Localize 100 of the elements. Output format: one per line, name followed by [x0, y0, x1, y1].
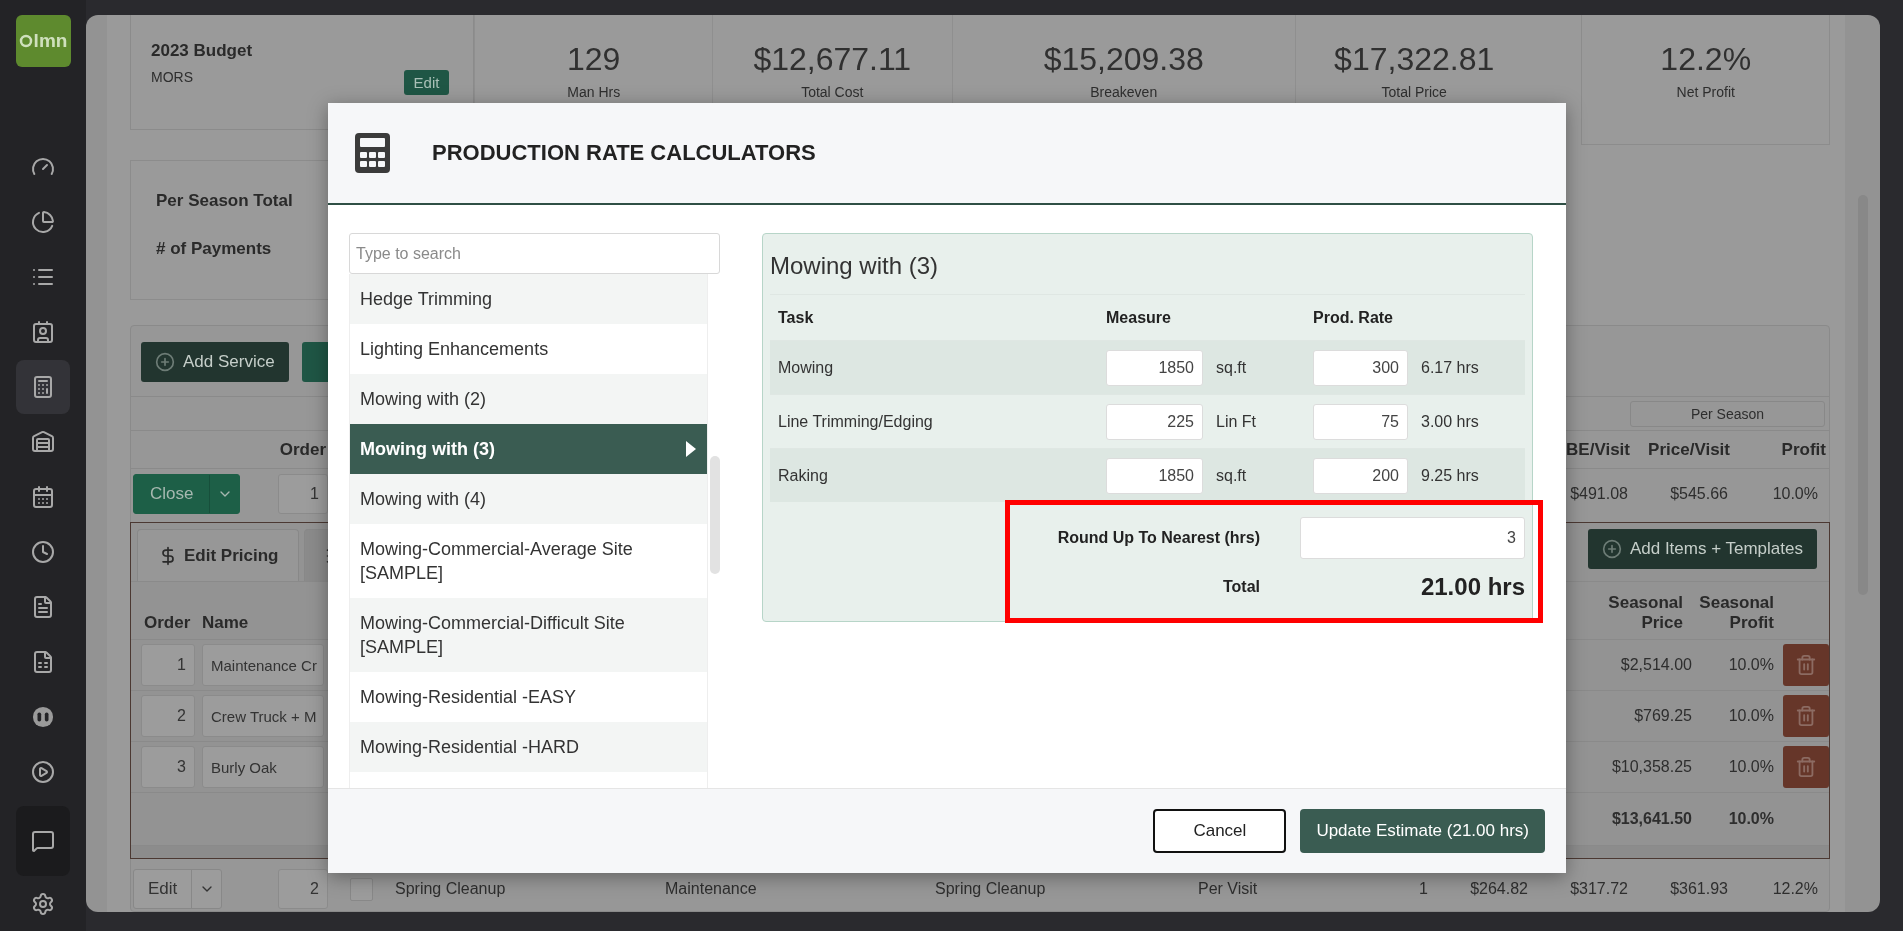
- calculator-list-item[interactable]: Mowing-Residential -HARD: [350, 722, 707, 772]
- order-field[interactable]: 1: [278, 474, 328, 514]
- stat-value: $17,322.81: [1334, 41, 1495, 78]
- column-header: Task: [778, 308, 814, 327]
- total-label: Total: [1221, 578, 1260, 596]
- table-cell: Spring Cleanup: [395, 880, 506, 898]
- name-field[interactable]: Crew Truck + M: [202, 695, 324, 737]
- stat-value: 129: [567, 41, 621, 78]
- total-cell: 10.0%: [1728, 810, 1774, 828]
- stat-value: 12.2%: [1660, 41, 1752, 78]
- hours-value: 3.00 hrs: [1421, 412, 1479, 431]
- stat-label: Breakeven: [1090, 84, 1158, 100]
- column-header: Seasonal Price: [1607, 593, 1683, 633]
- budget-subtitle: MORS: [151, 69, 193, 85]
- plus-icon: [1601, 539, 1622, 559]
- stat-value: $12,677.11: [753, 41, 912, 78]
- sidebar-item[interactable]: [16, 360, 70, 414]
- plus-icon: [155, 352, 175, 372]
- logo-ring-icon: [18, 34, 33, 48]
- measure-field[interactable]: 1850: [1106, 457, 1203, 494]
- total-value: 21.00 hrs: [1419, 573, 1525, 601]
- column-header: Seasonal Profit: [1698, 593, 1774, 633]
- task-name: Raking: [778, 466, 828, 485]
- name-field[interactable]: Maintenance Cr: [202, 644, 324, 686]
- play-icon: [31, 760, 55, 784]
- order-field[interactable]: 2: [141, 695, 195, 737]
- season-label: Per Season Total: [156, 191, 293, 211]
- invoice-icon: [31, 595, 55, 619]
- column-header: Price/Visit: [1648, 439, 1730, 460]
- column-header: Order: [144, 613, 191, 633]
- column-header: BE/Visit: [1566, 439, 1630, 460]
- tab[interactable]: Edit Pricing: [137, 529, 300, 581]
- table-cell: 10.0%: [1772, 485, 1818, 503]
- table-cell: 10.0%: [1728, 707, 1774, 725]
- table-cell: $264.82: [1470, 880, 1528, 898]
- measure-field[interactable]: 225: [1106, 403, 1203, 440]
- clock-icon: [31, 540, 55, 564]
- order-field[interactable]: 1: [141, 644, 195, 686]
- logo-text: lmn: [33, 30, 68, 52]
- help-icon: [31, 829, 55, 853]
- calculator-list-item[interactable]: Mowing-Commercial-Difficult Site [SAMPLE]: [350, 598, 707, 672]
- hours-value: 6.17 hrs: [1421, 358, 1479, 377]
- group-header: Per Season: [1630, 400, 1825, 427]
- task-name: Line Trimming/Edging: [778, 412, 933, 431]
- table-cell: Per Visit: [1198, 880, 1258, 898]
- table-cell: 10.0%: [1728, 758, 1774, 776]
- report-icon: [31, 650, 55, 674]
- round-up-label: Round Up To Nearest (hrs): [1056, 529, 1260, 547]
- table-cell: $545.66: [1670, 485, 1728, 503]
- add-items-button[interactable]: Add Items + Templates: [1587, 529, 1817, 569]
- calculator-list-item[interactable]: Hedge Trimming: [350, 274, 707, 324]
- table-cell: 1: [1419, 880, 1428, 898]
- stat-value: $15,209.38: [1043, 41, 1204, 78]
- update-estimate-button[interactable]: Update Estimate (21.00 hrs): [1300, 809, 1545, 853]
- dialog-title: PRODUCTION RATE CALCULATORS: [432, 140, 816, 166]
- search-field[interactable]: Type to search: [349, 233, 720, 274]
- unit-label: Lin Ft: [1216, 412, 1256, 431]
- calculator-icon: [355, 133, 390, 173]
- warehouse-icon: [31, 430, 55, 454]
- pie-chart-icon: [31, 210, 55, 234]
- add-service-button[interactable]: Add Service: [141, 342, 289, 382]
- trash-icon: [1795, 654, 1817, 676]
- rate-field[interactable]: 200: [1313, 457, 1408, 494]
- stat-label: Total Cost: [801, 84, 864, 100]
- table-cell: $361.93: [1670, 880, 1728, 898]
- edit-button[interactable]: Edit: [403, 70, 450, 95]
- hours-value: 9.25 hrs: [1421, 466, 1479, 485]
- calculator-list-item[interactable]: Mowing with (3): [350, 424, 707, 474]
- stat-label: Net Profit: [1676, 84, 1735, 100]
- unit-label: sq.ft: [1216, 466, 1247, 485]
- name-field[interactable]: Burly Oak: [202, 746, 324, 788]
- column-header: Prod. Rate: [1313, 308, 1393, 327]
- table-cell: $769.25: [1634, 707, 1692, 725]
- trash-icon: [1795, 756, 1817, 778]
- cancel-button[interactable]: Cancel: [1153, 809, 1287, 853]
- round-up-field[interactable]: 3: [1300, 517, 1525, 559]
- calculator-icon: [31, 375, 55, 399]
- unit-label: sq.ft: [1216, 358, 1247, 377]
- budget-title: 2023 Budget: [151, 41, 253, 61]
- table-cell: Spring Cleanup: [935, 880, 1046, 898]
- calculator-list-item[interactable]: Mowing with (4): [350, 474, 707, 524]
- measure-field[interactable]: 1850: [1106, 349, 1203, 386]
- season-label: # of Payments: [156, 239, 272, 259]
- table-cell: Maintenance: [665, 880, 757, 898]
- stat-label: Total Price: [1381, 84, 1447, 100]
- column-header: Measure: [1106, 308, 1171, 327]
- rate-field[interactable]: 300: [1313, 349, 1408, 386]
- trash-icon: [1795, 705, 1817, 727]
- order-field[interactable]: 2: [278, 869, 328, 909]
- total-cell: $13,641.50: [1611, 810, 1692, 828]
- calendar-icon: [31, 485, 55, 509]
- table-cell: $10,358.25: [1611, 758, 1692, 776]
- row-checkbox[interactable]: [350, 877, 373, 901]
- task-name: Mowing: [778, 358, 834, 377]
- order-field[interactable]: 3: [141, 746, 195, 788]
- stat-label: Man Hrs: [567, 84, 621, 100]
- calculator-list-item[interactable]: Mowing with (2): [350, 374, 707, 424]
- table-cell: $2,514.00: [1620, 656, 1692, 674]
- scrollbar[interactable]: [710, 456, 720, 574]
- rate-field[interactable]: 75: [1313, 403, 1408, 440]
